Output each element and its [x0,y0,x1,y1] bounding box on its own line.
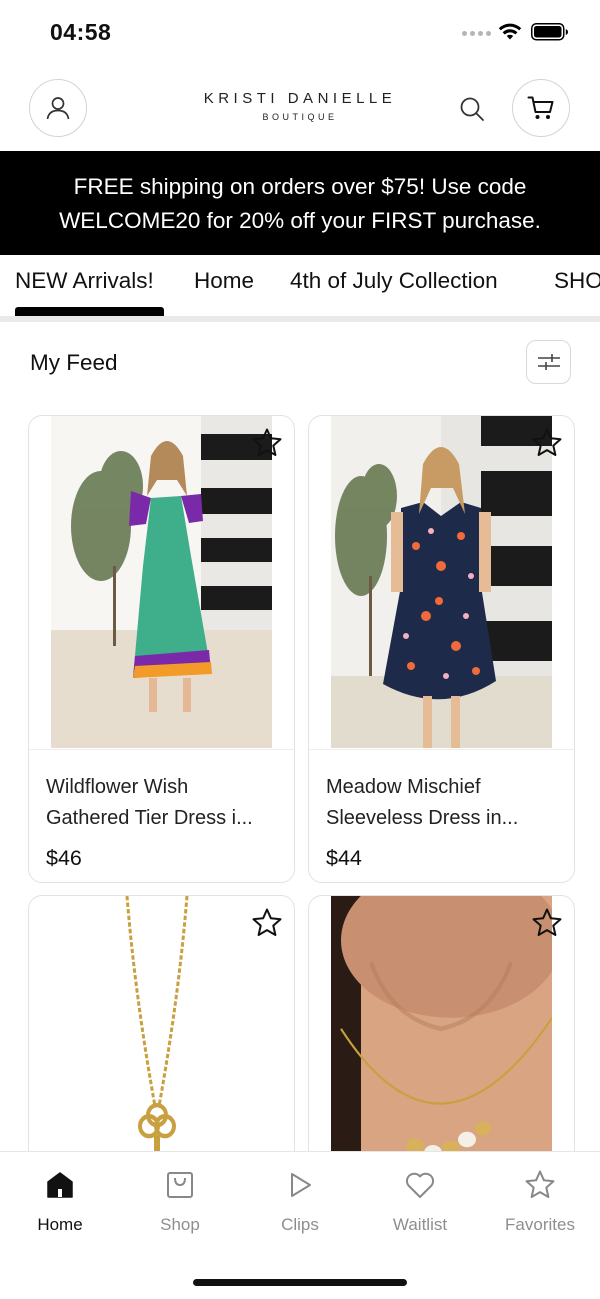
feed-title: My Feed [30,350,118,375]
play-icon [291,1173,311,1197]
product-card[interactable]: Meadow Mischief Sleeveless Dress in... $… [308,415,575,883]
status-bar: 04:58 [0,0,600,66]
tab-bar-label: Favorites [505,1215,575,1234]
product-title: Meadow Mischief [326,776,481,798]
active-tab-indicator [15,307,164,316]
tab-bar-label: Shop [160,1215,200,1234]
logo-main-text: KRISTI DANIELLE [203,90,397,107]
promo-banner[interactable]: FREE shipping on orders over $75! Use co… [0,151,600,255]
search-button[interactable] [457,94,487,124]
logo-sub-text: BOUTIQUE [262,112,338,122]
favorite-button[interactable] [250,906,284,940]
product-subtitle: Sleeveless Dress in... [326,807,519,829]
product-price: $44 [326,846,362,870]
cart-button[interactable] [512,79,570,137]
product-card[interactable] [28,895,295,1195]
tab-bar-label: Waitlist [392,1215,448,1234]
product-info: Wildflower Wish Gathered Tier Dress i...… [29,749,294,871]
bottom-tab-bar: Home Shop Clips Waitlist Favorites [0,1151,600,1299]
wifi-icon [498,23,522,40]
nav-divider [0,316,600,322]
heart-icon [405,1172,435,1198]
product-image [51,416,272,748]
star-icon [252,908,282,936]
tab-bar-home[interactable]: Home [10,1169,110,1235]
tab-bar-label: Home [37,1215,83,1234]
promo-line-1: FREE shipping on orders over $75! Use co… [73,174,527,199]
filter-button[interactable] [526,340,571,384]
tab-4th-of-july[interactable]: 4th of July Collection [290,268,498,294]
home-icon [47,1172,73,1198]
category-tabs: NEW Arrivals! Home 4th of July Collectio… [0,255,600,317]
signal-icon [462,31,491,36]
product-card[interactable]: Wildflower Wish Gathered Tier Dress i...… [28,415,295,883]
home-indicator [193,1279,407,1286]
tab-bar-favorites[interactable]: Favorites [490,1169,590,1235]
star-icon [532,908,562,936]
tab-bar-shop[interactable]: Shop [130,1169,230,1235]
favorite-button[interactable] [530,906,564,940]
brand-logo[interactable]: KRISTI DANIELLE BOUTIQUE [150,90,450,122]
tab-home[interactable]: Home [194,268,254,294]
product-card[interactable] [308,895,575,1195]
product-title: Wildflower Wish [46,776,189,798]
tab-bar-label: Clips [281,1215,319,1234]
star-icon [252,428,282,456]
tab-shop[interactable]: SHO [554,268,600,294]
tab-bar-waitlist[interactable]: Waitlist [370,1169,470,1235]
app-header: KRISTI DANIELLE BOUTIQUE [0,66,600,152]
star-icon [532,428,562,456]
search-icon [460,97,484,121]
shopping-bag-icon [167,1172,193,1198]
account-button[interactable] [29,79,87,137]
favorite-button[interactable] [530,426,564,460]
sliders-icon [537,354,560,370]
cart-icon [527,96,554,119]
product-image [331,416,552,748]
promo-line-2: WELCOME20 for 20% off your FIRST purchas… [59,208,541,233]
battery-icon [531,23,568,41]
status-time: 04:58 [50,19,112,45]
tab-new-arrivals[interactable]: NEW Arrivals! [15,268,154,294]
product-price: $46 [46,846,82,870]
product-subtitle: Gathered Tier Dress i... [46,807,253,829]
favorite-button[interactable] [250,426,284,460]
product-info: Meadow Mischief Sleeveless Dress in... $… [309,749,574,871]
star-icon [525,1170,555,1198]
user-icon [46,97,70,120]
tab-bar-clips[interactable]: Clips [250,1169,350,1235]
